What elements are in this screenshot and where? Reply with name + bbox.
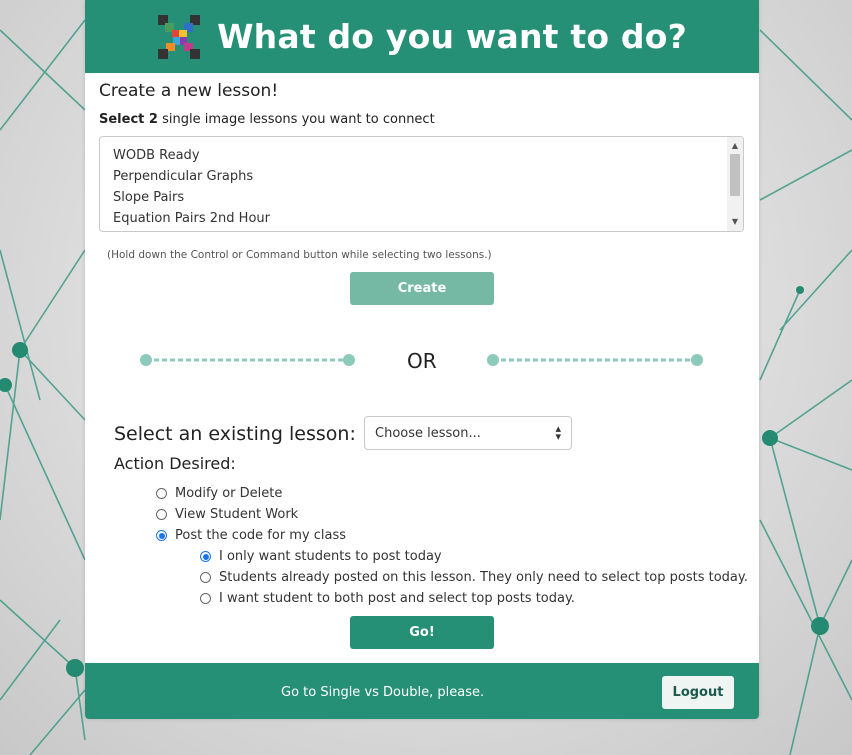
radio-modify-delete[interactable]: Modify or Delete	[156, 486, 282, 501]
dropdown-value: Choose lesson...	[375, 426, 481, 441]
radio-label: View Student Work	[175, 507, 299, 522]
radio-label: Students already posted on this lesson. …	[219, 570, 748, 585]
radio-post-today[interactable]: I only want students to post today	[200, 549, 442, 564]
action-desired-label: Action Desired:	[114, 454, 236, 473]
radio-circle[interactable]	[156, 530, 167, 541]
radio-post-and-select[interactable]: I want student to both post and select t…	[200, 591, 575, 606]
scroll-down-arrow-icon[interactable]: ▼	[727, 215, 743, 229]
radio-label: I only want students to post today	[219, 549, 442, 564]
radio-circle[interactable]	[200, 572, 211, 583]
radio-label: I want student to both post and select t…	[219, 591, 575, 606]
puzzle-x-logo-icon	[158, 14, 201, 59]
lesson-option[interactable]: Perpendicular Graphs	[113, 166, 270, 187]
select-instruction-text: single image lessons you want to connect	[157, 112, 435, 127]
selection-hint: (Hold down the Control or Command button…	[107, 249, 492, 261]
footer-bar: Go to Single vs Double, please. Logout	[85, 663, 759, 719]
select-instruction: Select 2 single image lessons you want t…	[99, 112, 435, 127]
existing-lesson-label: Select an existing lesson:	[114, 423, 356, 445]
radio-label: Modify or Delete	[175, 486, 283, 501]
footer-link[interactable]: Go to Single vs Double, please.	[281, 685, 484, 700]
logout-button[interactable]: Logout	[662, 676, 734, 709]
scrollbar-thumb[interactable]	[730, 154, 740, 196]
radio-circle[interactable]	[156, 509, 167, 520]
radio-label: Post the code for my class	[175, 528, 347, 543]
radio-circle[interactable]	[200, 593, 211, 604]
radio-circle[interactable]	[200, 551, 211, 562]
lesson-option[interactable]: Slope Pairs	[113, 187, 270, 208]
lesson-option[interactable]: WODB Ready	[113, 145, 270, 166]
radio-select-top-posts[interactable]: Students already posted on this lesson. …	[200, 570, 748, 585]
lesson-dropdown[interactable]: Choose lesson... ▴ ▾	[364, 416, 572, 450]
create-lesson-heading: Create a new lesson!	[99, 81, 279, 101]
page-title: What do you want to do?	[217, 17, 687, 56]
or-label: OR	[407, 349, 437, 373]
create-button[interactable]: Create	[350, 272, 494, 305]
lesson-multiselect[interactable]: WODB Ready Perpendicular Graphs Slope Pa…	[99, 136, 744, 232]
lesson-option[interactable]: Equation Pairs 2nd Hour	[113, 208, 270, 229]
radio-post-code[interactable]: Post the code for my class	[156, 528, 346, 543]
main-card: What do you want to do? Create a new les…	[85, 0, 759, 719]
select-instruction-bold: Select 2	[99, 112, 158, 127]
dropdown-updown-icon: ▴ ▾	[555, 422, 561, 443]
listbox-scrollbar[interactable]: ▲ ▼	[727, 137, 743, 231]
header-bar: What do you want to do?	[85, 0, 759, 73]
radio-view-student-work[interactable]: View Student Work	[156, 507, 298, 522]
scroll-up-arrow-icon[interactable]: ▲	[727, 139, 743, 153]
go-button[interactable]: Go!	[350, 616, 494, 649]
radio-circle[interactable]	[156, 488, 167, 499]
